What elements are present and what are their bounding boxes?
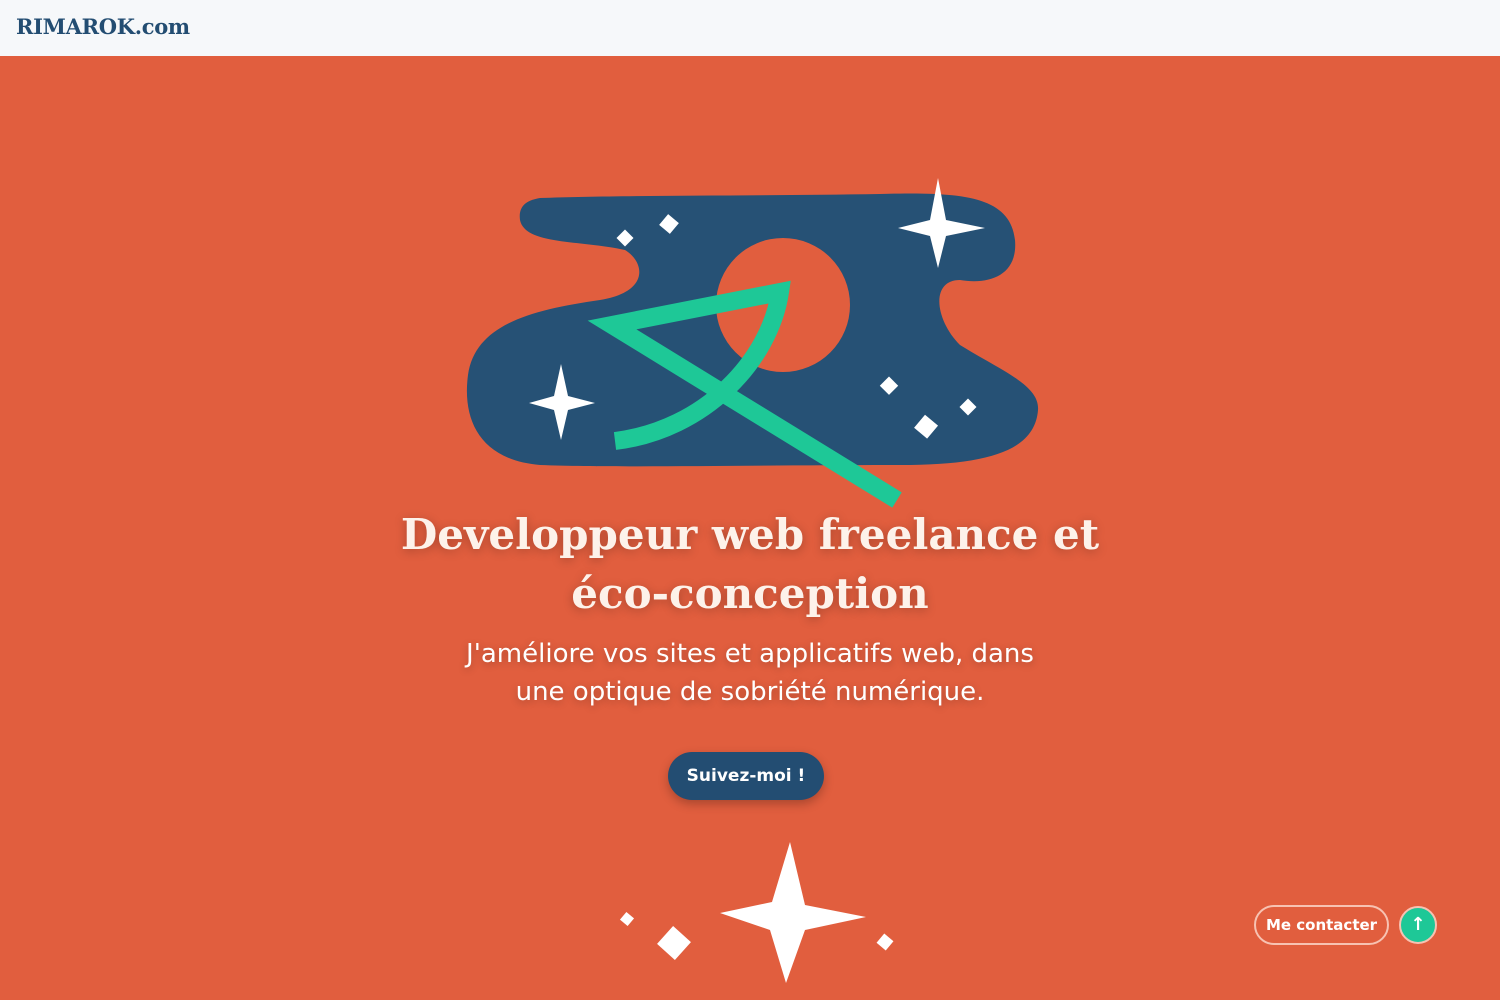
site-logo-link[interactable]: RIMAROK.com (16, 14, 190, 39)
diamond-shape (657, 926, 691, 960)
hero-subtitle: J'améliore vos sites et applicatifs web,… (380, 635, 1120, 711)
follow-me-button[interactable]: Suivez-moi ! (668, 752, 824, 800)
large-sparkle-shape (720, 842, 866, 983)
arrow-up-icon: ↑ (1410, 914, 1426, 935)
hero-illustration (466, 178, 1039, 508)
contact-me-button[interactable]: Me contacter (1254, 905, 1389, 945)
diamond-shape (619, 911, 635, 927)
headline-line-2: éco-conception (571, 569, 929, 618)
diamond-shape (876, 933, 894, 951)
headline-line-1: Developpeur web freelance et (400, 510, 1100, 559)
hero-headline: Developpeur web freelance et éco-concept… (350, 505, 1150, 623)
bottom-sparkles-illustration (619, 842, 894, 983)
subtitle-line-2: une optique de sobriété numérique. (515, 677, 985, 707)
scroll-to-top-button[interactable]: ↑ (1399, 906, 1437, 944)
top-navbar: RIMAROK.com (0, 0, 1500, 56)
subtitle-line-1: J'améliore vos sites et applicatifs web,… (466, 639, 1034, 669)
